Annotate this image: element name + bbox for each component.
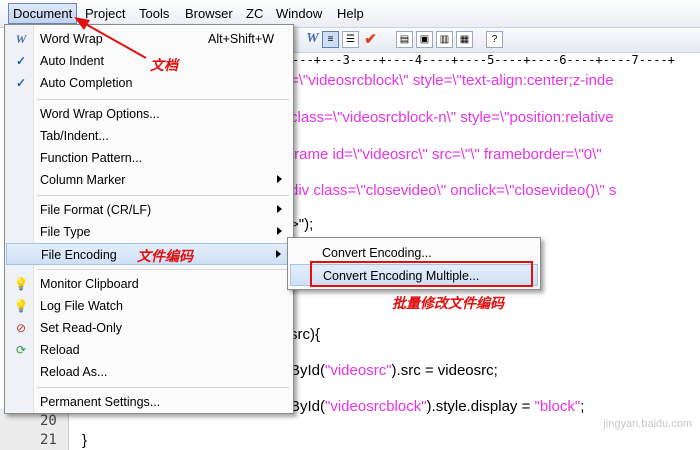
annotation-arrow — [74, 17, 147, 59]
annotation-document: 文档 — [150, 58, 178, 74]
arrow-head — [74, 17, 90, 30]
annotation-file-encoding: 文件编码 — [137, 249, 193, 265]
annotation-batch-convert: 批量修改文件编码 — [392, 296, 504, 312]
arrow-line — [81, 21, 147, 59]
watermark: jingyan.baidu.com — [603, 418, 692, 430]
